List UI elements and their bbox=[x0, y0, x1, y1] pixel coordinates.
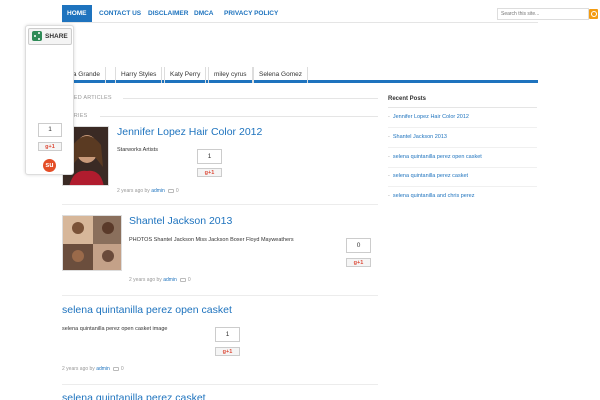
search-input[interactable] bbox=[497, 8, 589, 20]
widget-share-count: 1 bbox=[38, 123, 62, 137]
post-title[interactable]: selena quintanilla perez casket bbox=[62, 392, 206, 400]
widget-google-plus-button[interactable]: g+1 bbox=[38, 142, 62, 151]
tag-miley-cyrus[interactable]: miley cyrus bbox=[208, 67, 253, 83]
share-count: 1 bbox=[215, 327, 240, 342]
sidebar-divider bbox=[388, 107, 537, 108]
post-title[interactable]: Shantel Jackson 2013 bbox=[129, 215, 232, 227]
post-author-link[interactable]: admin bbox=[163, 277, 177, 283]
nav-home[interactable]: HOME bbox=[62, 5, 92, 22]
post-age: 2 years ago by bbox=[117, 188, 150, 194]
post-divider bbox=[62, 295, 378, 296]
tag-harry-styles[interactable]: Harry Styles bbox=[115, 67, 163, 83]
post-thumbnail[interactable] bbox=[62, 215, 122, 271]
top-nav: HOME CONTACT US DISCLAIMER DMCA PRIVACY … bbox=[62, 5, 598, 23]
sidebar-title: Recent Posts bbox=[388, 96, 427, 102]
post-excerpt: Starworks Artists bbox=[117, 147, 158, 153]
nav-contact-us[interactable]: CONTACT US bbox=[94, 5, 146, 22]
sidebar-separator bbox=[388, 147, 537, 148]
post-author-link[interactable]: admin bbox=[151, 188, 165, 194]
recent-post-link[interactable]: - Jennifer Lopez Hair Color 2012 bbox=[388, 114, 469, 120]
recent-post-link[interactable]: - selena quintanilla and chris perez bbox=[388, 193, 474, 199]
search-icon[interactable] bbox=[589, 9, 598, 19]
share-count: 1 bbox=[197, 149, 222, 164]
post-divider bbox=[62, 384, 378, 385]
nav-disclaimer[interactable]: DISCLAIMER bbox=[143, 5, 193, 22]
post-divider bbox=[62, 204, 378, 205]
post-title[interactable]: Jennifer Lopez Hair Color 2012 bbox=[117, 126, 262, 138]
floating-share-widget: SHARE 1 g+1 su bbox=[25, 25, 74, 175]
sidebar-separator bbox=[388, 167, 537, 168]
share-button[interactable]: SHARE bbox=[28, 28, 72, 45]
post-excerpt: PHOTOS Shantel Jackson Miss Jackson Boxe… bbox=[129, 237, 294, 243]
google-plus-button[interactable]: g+1 bbox=[346, 258, 371, 267]
post-age: 2 years ago by bbox=[62, 366, 95, 372]
page: HOME CONTACT US DISCLAIMER DMCA PRIVACY … bbox=[0, 0, 600, 400]
search bbox=[497, 8, 598, 20]
comment-count[interactable]: 0 bbox=[176, 188, 179, 194]
section-divider bbox=[100, 116, 378, 117]
stumbleupon-icon[interactable]: su bbox=[43, 159, 56, 172]
google-plus-button[interactable]: g+1 bbox=[215, 347, 240, 356]
comment-count[interactable]: 0 bbox=[121, 366, 124, 372]
post-age: 2 years ago by bbox=[129, 277, 162, 283]
comment-icon bbox=[112, 366, 119, 371]
tag-selena-gomez[interactable]: Selena Gomez bbox=[253, 67, 308, 83]
recent-post-link[interactable]: - selena quintanilla perez open casket bbox=[388, 154, 482, 160]
post-meta: 2 years ago by admin 0 bbox=[62, 366, 124, 372]
share-icon bbox=[32, 31, 42, 41]
tag-bar: riana Grande Harry Styles Katy Perry mil… bbox=[62, 67, 538, 83]
nav-privacy-policy[interactable]: PRIVACY POLICY bbox=[219, 5, 283, 22]
sidebar-separator bbox=[388, 127, 537, 128]
post-meta: 2 years ago by admin 0 bbox=[129, 277, 191, 283]
comment-icon bbox=[167, 188, 174, 193]
recent-post-link[interactable]: - selena quintanilla perez casket bbox=[388, 173, 468, 179]
section-divider bbox=[123, 98, 378, 99]
google-plus-button[interactable]: g+1 bbox=[197, 168, 222, 177]
comment-icon bbox=[179, 277, 186, 282]
comment-count[interactable]: 0 bbox=[188, 277, 191, 283]
nav-dmca[interactable]: DMCA bbox=[189, 5, 219, 22]
post-title[interactable]: selena quintanilla perez open casket bbox=[62, 304, 232, 316]
share-label: SHARE bbox=[45, 33, 68, 40]
post-excerpt: selena quintanilla perez open casket ima… bbox=[62, 326, 168, 332]
recent-post-link[interactable]: - Shantel Jackson 2013 bbox=[388, 134, 447, 140]
post-meta: 2 years ago by admin 0 bbox=[117, 188, 179, 194]
tag-katy-perry[interactable]: Katy Perry bbox=[164, 67, 207, 83]
sidebar-separator bbox=[388, 186, 537, 187]
share-count: 0 bbox=[346, 238, 371, 253]
post-author-link[interactable]: admin bbox=[96, 366, 110, 372]
